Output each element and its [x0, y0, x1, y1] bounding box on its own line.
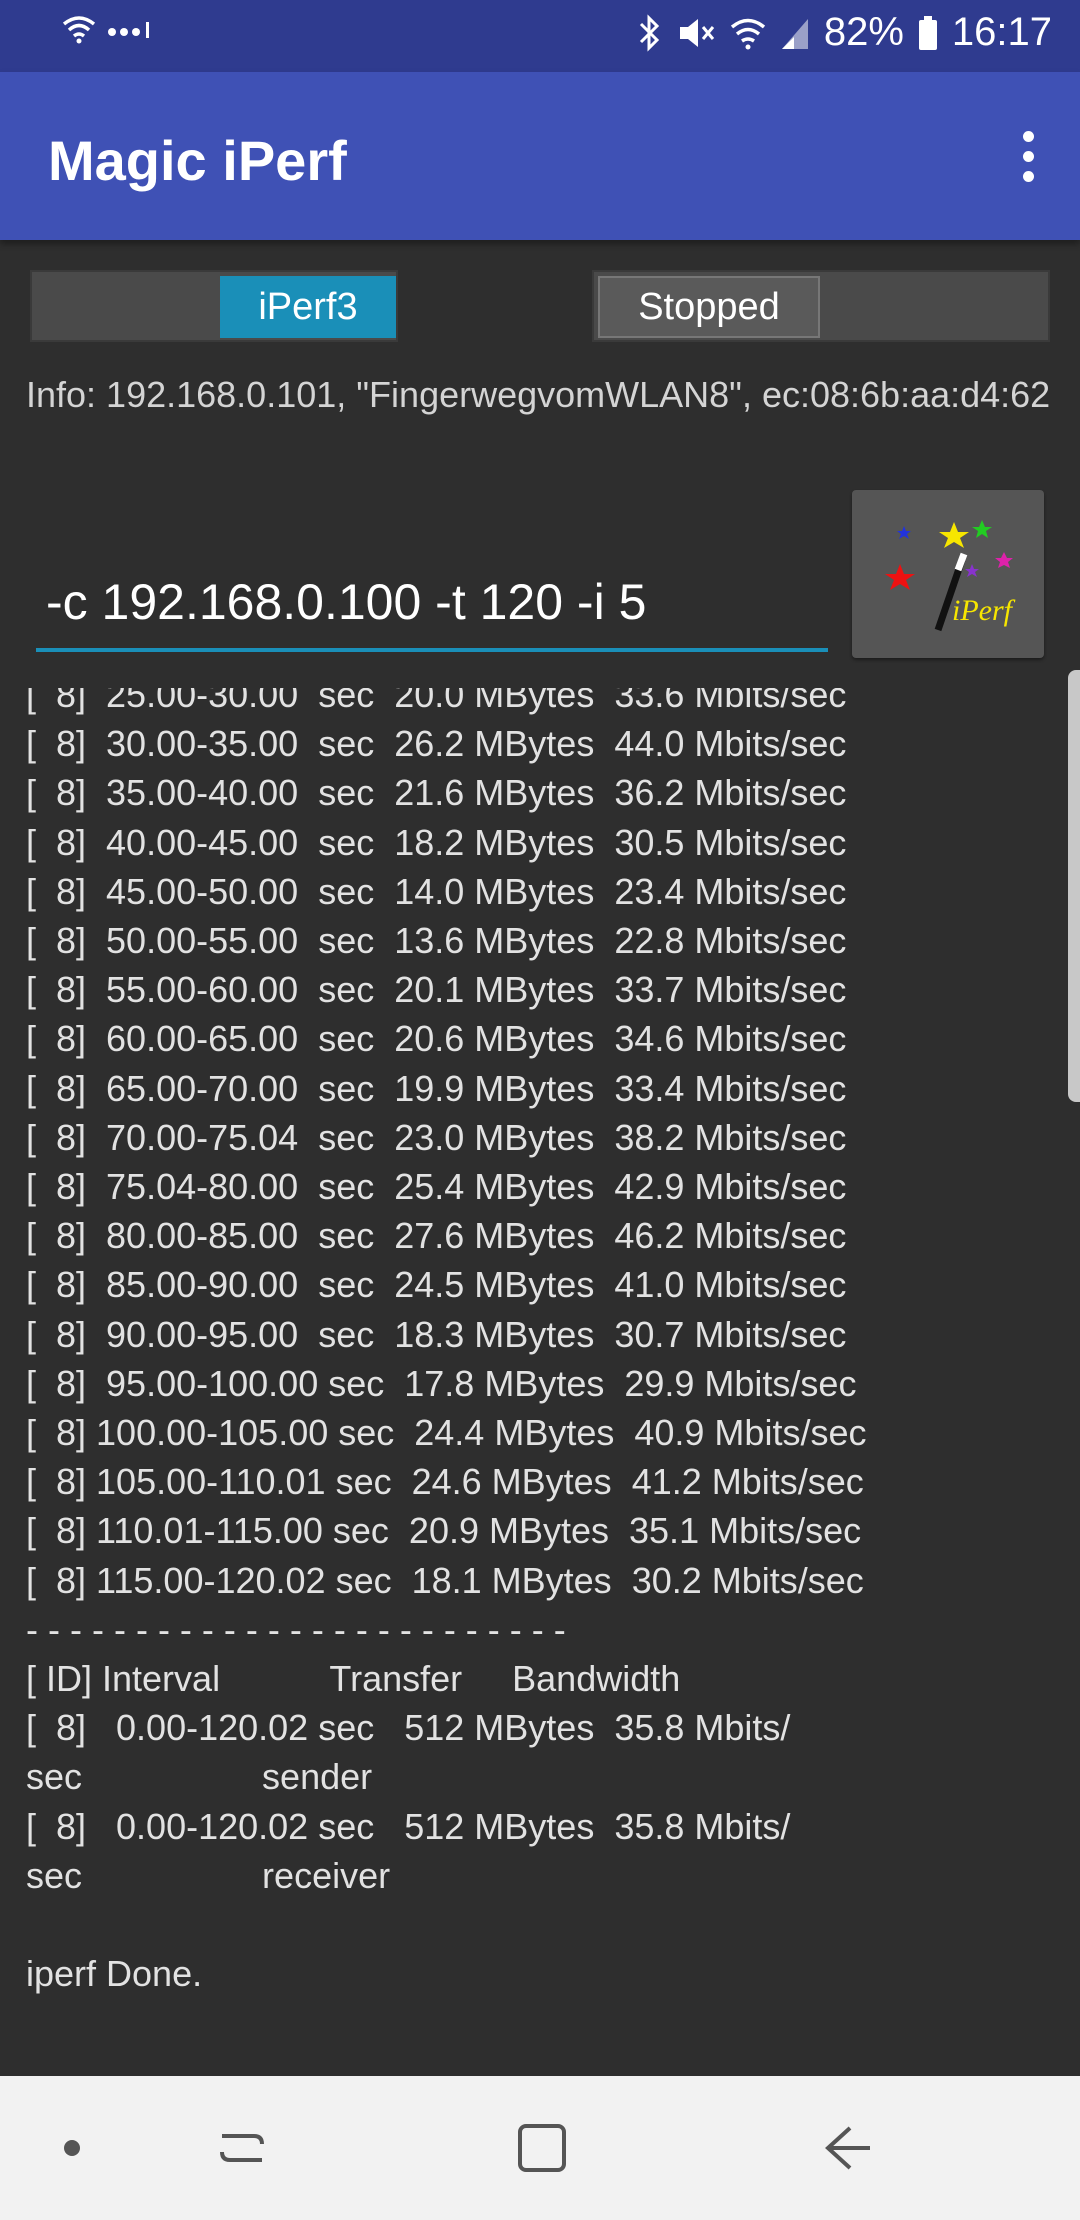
mute-icon — [679, 18, 714, 47]
status-bar: 82% 16:17 — [0, 0, 1080, 72]
output-log[interactable]: [ 8] 25.00-30.00 sec 20.0 MBytes 33.6 Mb… — [0, 688, 1060, 2076]
status-right-icons: 82% 16:17 — [638, 10, 1052, 55]
wifi-signal-icon — [730, 18, 765, 49]
wifi-icon — [62, 16, 96, 44]
command-field[interactable] — [36, 560, 828, 652]
status-left-icons — [62, 14, 152, 44]
clock: 16:17 — [951, 10, 1052, 54]
magic-wand-icon: iPerf — [885, 520, 1016, 632]
more-dots-icon — [108, 22, 149, 38]
iperf-version-toggle[interactable]: iPerf3 — [30, 270, 398, 342]
cell-signal-icon — [781, 18, 808, 49]
run-iperf-button[interactable]: iPerf — [852, 490, 1044, 658]
command-input[interactable] — [36, 560, 828, 644]
scrollbar[interactable] — [1068, 670, 1080, 1102]
run-state-label: Stopped — [598, 276, 820, 338]
recent-apps-dot-icon[interactable] — [36, 2112, 108, 2184]
overflow-menu-icon[interactable] — [996, 124, 1060, 188]
app-bar: Magic iPerf — [0, 72, 1080, 240]
logo-text: iPerf — [952, 594, 1016, 627]
network-info: Info: 192.168.0.101, "FingerwegvomWLAN8"… — [26, 374, 1051, 415]
back-icon[interactable] — [812, 2112, 884, 2184]
home-icon[interactable] — [506, 2112, 578, 2184]
battery-level: 82% — [823, 10, 904, 54]
start-stop-toggle[interactable]: Stopped — [592, 270, 1050, 342]
output-text: [ 8] 25.00-30.00 sec 20.0 MBytes 33.6 Mb… — [26, 688, 867, 1995]
battery-icon — [918, 15, 937, 50]
iperf-version-label: iPerf3 — [220, 276, 396, 338]
app-title: Magic iPerf — [48, 129, 347, 192]
navigation-bar — [0, 2076, 1080, 2220]
recents-icon[interactable] — [206, 2112, 278, 2184]
bluetooth-icon — [639, 13, 659, 52]
